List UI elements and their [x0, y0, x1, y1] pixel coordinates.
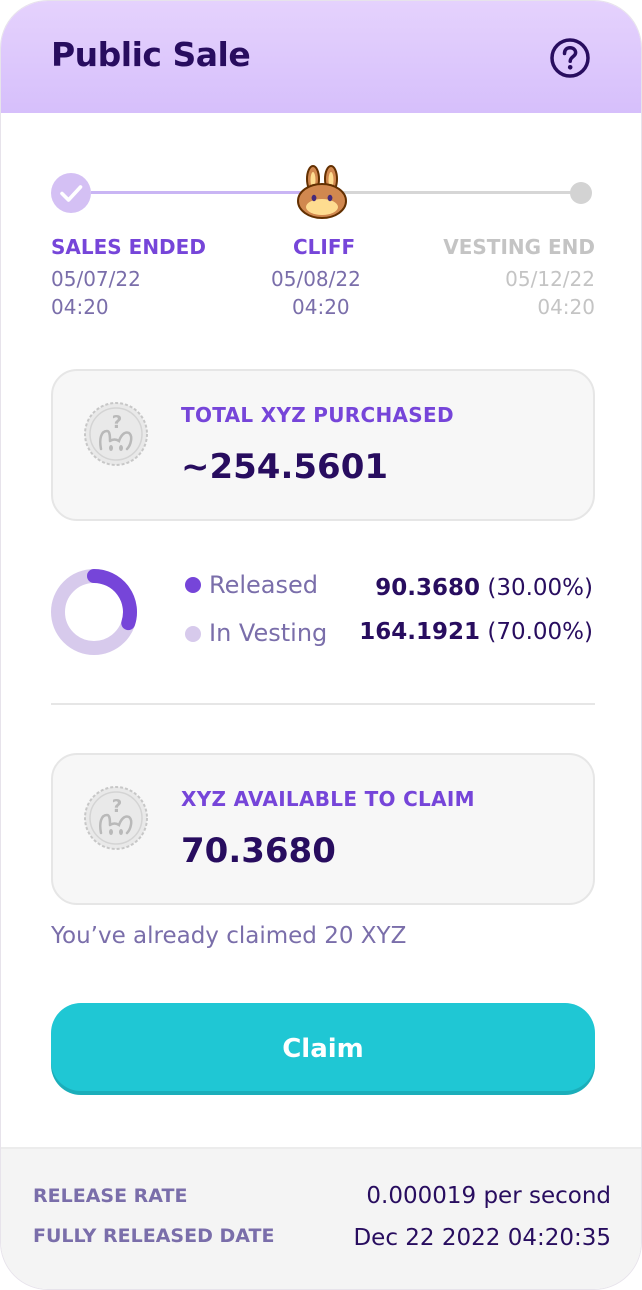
total-purchased-value: ~254.5601 — [181, 447, 389, 487]
released-legend-label: Released — [209, 571, 319, 599]
step-cliff-label: CLIFF — [293, 235, 356, 259]
step-sales-ended-label: SALES ENDED — [51, 235, 206, 259]
step-vesting-end-marker — [570, 182, 592, 204]
claimed-note: You’ve already claimed 20 XYZ — [51, 923, 407, 949]
public-sale-card: Public Sale SALES ENDED 05/07/22 04:20 C… — [0, 0, 642, 1290]
total-purchased-box: ? TOTAL XYZ PURCHASED ~254.5601 — [51, 369, 595, 521]
donut-released-arc — [87, 569, 137, 631]
unknown-token-icon: ? — [84, 786, 148, 850]
step-vesting-end-time: 04:20 — [537, 295, 595, 319]
step-cliff-date: 05/08/22 — [271, 267, 361, 291]
available-to-claim-box: ? XYZ AVAILABLE TO CLAIM 70.3680 — [51, 753, 595, 905]
step-cliff-time: 04:20 — [292, 295, 350, 319]
fully-released-date-label: FULLY RELEASED DATE — [33, 1225, 275, 1247]
release-rate-value: 0.000019 per second — [366, 1183, 611, 1209]
released-amount: 90.3680 — [375, 575, 481, 601]
total-purchased-label: TOTAL XYZ PURCHASED — [181, 403, 454, 427]
in-vesting-percent: (70.00%) — [487, 619, 593, 645]
step-vesting-end-date: 05/12/22 — [505, 267, 595, 291]
released-legend-dot — [185, 577, 201, 593]
vesting-donut-chart — [51, 569, 137, 655]
step-sales-ended-date: 05/07/22 — [51, 267, 141, 291]
svg-text:?: ? — [112, 796, 122, 817]
timeline-progress-line — [91, 191, 301, 194]
in-vesting-legend-value: 164.1921 (70.00%) — [359, 619, 593, 645]
step-sales-ended-marker — [51, 173, 91, 213]
timeline-remaining-line — [343, 191, 575, 194]
check-icon — [60, 185, 83, 202]
in-vesting-legend-label: In Vesting — [209, 619, 328, 647]
bunny-icon — [297, 165, 347, 219]
released-legend-value: 90.3680 (30.00%) — [375, 575, 593, 601]
fully-released-date-value: Dec 22 2022 04:20:35 — [353, 1225, 611, 1251]
released-percent: (30.00%) — [487, 575, 593, 601]
in-vesting-legend-dot — [185, 626, 201, 642]
claim-button[interactable]: Claim — [51, 1003, 595, 1095]
step-vesting-end-label: VESTING END — [443, 235, 595, 259]
vesting-timeline: SALES ENDED 05/07/22 04:20 CLIFF 05/08/2… — [1, 1, 641, 341]
available-to-claim-label: XYZ AVAILABLE TO CLAIM — [181, 787, 475, 811]
divider — [51, 703, 595, 705]
release-rate-label: RELEASE RATE — [33, 1185, 188, 1207]
available-to-claim-value: 70.3680 — [181, 831, 336, 871]
step-sales-ended-time: 04:20 — [51, 295, 109, 319]
release-info-footer: RELEASE RATE 0.000019 per second FULLY R… — [1, 1147, 641, 1289]
svg-text:?: ? — [112, 412, 122, 433]
in-vesting-amount: 164.1921 — [359, 619, 481, 645]
unknown-token-icon: ? — [84, 402, 148, 466]
